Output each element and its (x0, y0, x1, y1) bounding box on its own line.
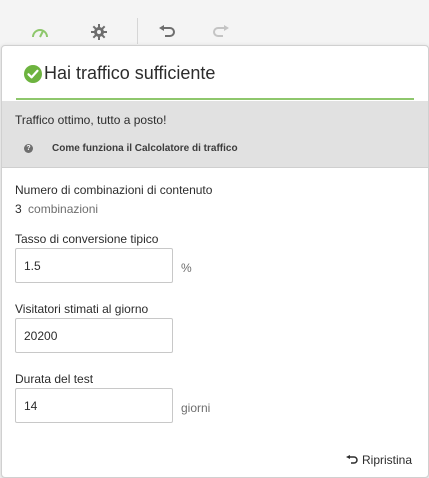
conversion-rate-label: Tasso di conversione tipico (15, 232, 159, 246)
traffic-gauge-button[interactable] (28, 20, 52, 44)
redo-button[interactable] (209, 20, 233, 44)
status-message: Traffico ottimo, tutto a posto! (15, 113, 167, 127)
conversion-rate-input[interactable] (15, 248, 173, 283)
reset-button[interactable]: Ripristina (345, 453, 412, 467)
question-icon: ? (24, 144, 33, 153)
gauge-icon (32, 29, 48, 38)
combinations-count: 3 (15, 202, 22, 216)
toolbar (0, 0, 429, 44)
combinations-value: 3 combinazioni (15, 202, 98, 216)
check-circle-icon (24, 65, 42, 83)
traffic-calculator-panel: Hai traffico sufficiente Traffico ottimo… (1, 45, 429, 478)
panel-title: Hai traffico sufficiente (44, 63, 216, 83)
daily-visitors-input[interactable] (15, 318, 173, 353)
settings-button[interactable] (87, 20, 111, 44)
conversion-rate-suffix: % (181, 261, 192, 275)
test-duration-suffix: giorni (181, 401, 211, 415)
help-link[interactable]: Come funziona il Calcolatore di traffico (52, 143, 238, 154)
status-message-band: Traffico ottimo, tutto a posto! ? Come f… (2, 101, 428, 168)
combinations-unit: combinazioni (28, 202, 99, 216)
panel-header: Hai traffico sufficiente (16, 46, 414, 100)
reset-label: Ripristina (361, 453, 412, 467)
test-duration-input[interactable] (15, 388, 173, 423)
undo-icon (159, 25, 175, 37)
combinations-label: Numero di combinazioni di contenuto (15, 183, 213, 197)
daily-visitors-label: Visitatori stimati al giorno (15, 302, 149, 316)
reset-icon (345, 455, 358, 464)
undo-button[interactable] (155, 20, 179, 44)
test-duration-label: Durata del test (15, 372, 94, 386)
toolbar-separator (137, 18, 138, 44)
redo-icon (213, 25, 229, 37)
gear-icon (91, 24, 107, 40)
